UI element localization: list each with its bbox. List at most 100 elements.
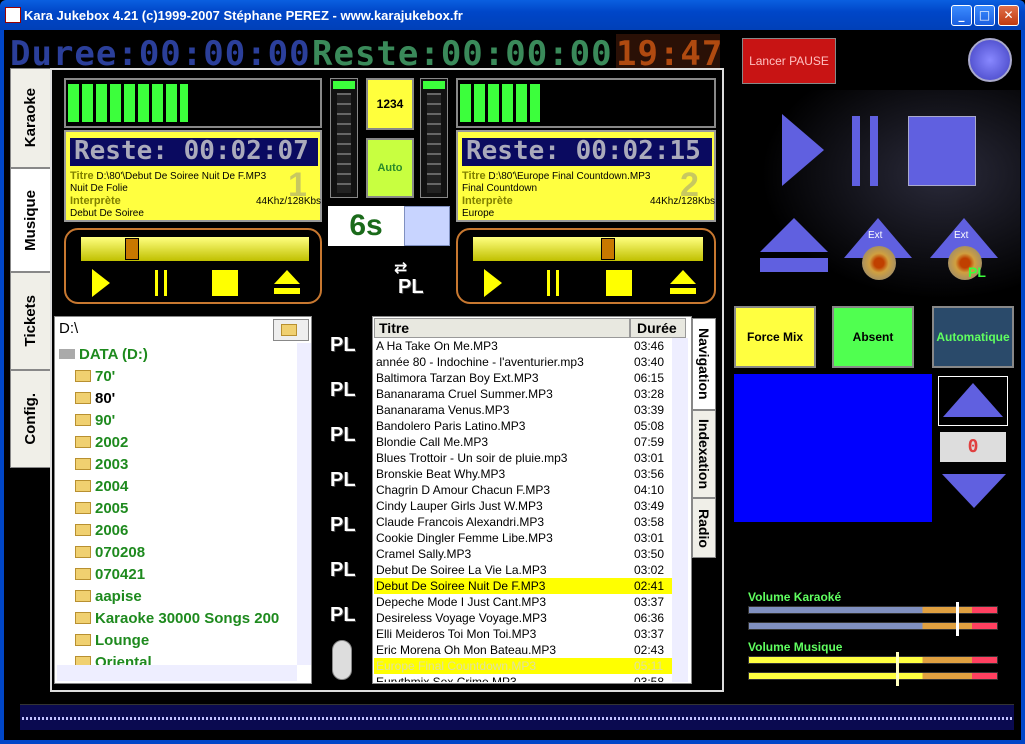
playlist-row[interactable]: Bananarama Cruel Summer.MP3 03:28 xyxy=(374,386,672,402)
playlist-col-duration[interactable]: Durée xyxy=(630,318,686,338)
deck1-pause-button[interactable] xyxy=(146,268,176,298)
deck2-volume-fader[interactable] xyxy=(420,78,448,198)
playlist-row[interactable]: Cramel Sally.MP3 03:50 xyxy=(374,546,672,562)
tab-config[interactable]: Config. xyxy=(10,370,50,468)
vol-musique-slider-2[interactable] xyxy=(748,672,998,680)
tree-folder[interactable]: 90' xyxy=(75,409,115,431)
deck2-stop-button[interactable] xyxy=(604,268,634,298)
deck1-eject-button[interactable] xyxy=(272,268,302,298)
pl-close-button[interactable]: PL xyxy=(330,379,356,402)
path-field[interactable]: D:\ xyxy=(57,319,271,339)
tab-radio[interactable]: Radio xyxy=(692,498,716,558)
tree-folder[interactable]: Lounge xyxy=(75,629,149,651)
tree-folder[interactable]: 2004 xyxy=(75,475,128,497)
playlist-row[interactable]: Debut De Soiree Nuit De F.MP3 02:41 xyxy=(374,578,672,594)
tree-hscrollbar[interactable] xyxy=(57,665,297,681)
deck2-play-button[interactable] xyxy=(478,268,508,298)
vol-musique-slider-1[interactable] xyxy=(748,656,998,664)
playlist-row[interactable]: année 80 - Indochine - l'aventurier.mp3 0… xyxy=(374,354,672,370)
main-eject-button[interactable] xyxy=(760,218,828,274)
tab-indexation[interactable]: Indexation xyxy=(692,410,716,498)
launch-pause-button[interactable]: Lancer PAUSE xyxy=(742,38,836,84)
playlist-row[interactable]: Depeche Mode I Just Cant.MP3 03:37 xyxy=(374,594,672,610)
pl-remove-button[interactable]: PL xyxy=(330,469,356,492)
pl-delete-button[interactable]: PL xyxy=(330,604,356,627)
tab-musique[interactable]: Musique xyxy=(10,168,50,272)
tree-folder[interactable]: 70' xyxy=(75,365,115,387)
main-stop-button[interactable] xyxy=(908,116,976,186)
tree-vscrollbar[interactable] xyxy=(297,343,311,665)
deck1-position-slider[interactable] xyxy=(80,236,310,262)
tab-tickets[interactable]: Tickets xyxy=(10,272,50,370)
close-button[interactable]: ✕ xyxy=(998,5,1019,26)
tab-navigation[interactable]: Navigation xyxy=(692,318,716,410)
playlist-row[interactable]: Elli Meideros Toi Mon Toi.MP3 03:37 xyxy=(374,626,672,642)
tree-folder[interactable]: 070421 xyxy=(75,563,145,585)
deck1-volume-fader[interactable] xyxy=(330,78,358,198)
tab-karaoke[interactable]: Karaoke xyxy=(10,68,50,168)
tree-folder[interactable]: Oriental xyxy=(75,651,152,665)
playlist-row[interactable]: Europe Final Countdown.MP3 05:11 xyxy=(374,658,672,674)
playlist-row[interactable]: Bananarama Venus.MP3 03:39 xyxy=(374,402,672,418)
tree-folder[interactable]: 2002 xyxy=(75,431,128,453)
playlist-col-title[interactable]: Titre xyxy=(374,318,630,338)
power-button[interactable] xyxy=(968,38,1012,82)
vol-karaoke-thumb[interactable] xyxy=(955,602,959,636)
playlist-row[interactable]: Baltimora Tarzan Boy Ext.MP3 06:15 xyxy=(374,370,672,386)
auto-button[interactable]: Auto xyxy=(366,138,414,198)
playlist-row[interactable]: A Ha Take On Me.MP3 03:46 xyxy=(374,338,672,354)
ext-cd-button-1[interactable]: Ext xyxy=(844,218,912,280)
tree-folder[interactable]: 2006 xyxy=(75,519,128,541)
playlist-row[interactable]: Eurythmix Sex Crime.MP3 03:58 xyxy=(374,674,672,682)
browse-folder-button[interactable] xyxy=(273,319,309,341)
automatique-button[interactable]: Automatique xyxy=(932,306,1014,368)
vol-musique-thumb[interactable] xyxy=(895,652,899,686)
playlist-row[interactable]: Bandolero Paris Latino.MP3 05:08 xyxy=(374,418,672,434)
tree-folder[interactable]: 070208 xyxy=(75,541,145,563)
tree-folder[interactable]: Karaoke 30000 Songs 200 xyxy=(75,607,279,629)
playlist-row[interactable]: Desireless Voyage Voyage.MP3 06:36 xyxy=(374,610,672,626)
deck2-pause-button[interactable] xyxy=(538,268,568,298)
force-mix-button[interactable]: Force Mix xyxy=(734,306,816,368)
tree-folder-label: 2006 xyxy=(95,521,129,539)
pl-add-button[interactable]: PL xyxy=(330,424,356,447)
deck1-stop-button[interactable] xyxy=(210,268,240,298)
playlist-row[interactable]: Chagrin D Amour Chacun F.MP3 04:10 xyxy=(374,482,672,498)
tree-folder[interactable]: 2005 xyxy=(75,497,128,519)
playlist-row[interactable]: Blondie Call Me.MP3 07:59 xyxy=(374,434,672,450)
crossfade-spinner[interactable] xyxy=(404,206,450,246)
pl-load-button[interactable]: PL xyxy=(330,514,356,537)
deck1-position-thumb[interactable] xyxy=(125,238,139,260)
tree-folder[interactable]: 2003 xyxy=(75,453,128,475)
tree-folder[interactable]: 80' xyxy=(75,387,115,409)
playlist-row[interactable]: Blues Trottoir - Un soir de pluie.mp3 03:… xyxy=(374,450,672,466)
swap-pl-button[interactable]: PL xyxy=(398,276,424,299)
playlist-vscrollbar[interactable] xyxy=(672,338,688,682)
ext-cd-button-2[interactable]: Ext PL xyxy=(930,218,998,280)
absent-button[interactable]: Absent xyxy=(832,306,914,368)
vol-karaoke-slider-1[interactable] xyxy=(748,606,998,614)
pl-open-button[interactable]: PL xyxy=(330,334,356,357)
mode-1234-button[interactable]: 1234 xyxy=(366,78,414,130)
deck2-position-slider[interactable] xyxy=(472,236,704,262)
tree-folder[interactable]: aapise xyxy=(75,585,142,607)
down-button[interactable] xyxy=(942,474,1006,508)
maximize-button[interactable]: □ xyxy=(974,5,995,26)
playlist-row[interactable]: Cindy Lauper Girls Just W.MP3 03:49 xyxy=(374,498,672,514)
vol-karaoke-slider-2[interactable] xyxy=(748,622,998,630)
main-play-button[interactable] xyxy=(782,114,824,186)
pl-save-button[interactable]: PL xyxy=(330,559,356,582)
deck2-vu-meter xyxy=(456,78,716,128)
up-button[interactable] xyxy=(938,376,1008,426)
playlist-row[interactable]: Claude Francois Alexandri.MP3 03:58 xyxy=(374,514,672,530)
playlist-row[interactable]: Debut De Soiree La Vie La.MP3 03:02 xyxy=(374,562,672,578)
deck1-play-button[interactable] xyxy=(86,268,116,298)
deck2-eject-button[interactable] xyxy=(668,268,698,298)
playlist-row[interactable]: Eric Morena Oh Mon Bateau.MP3 02:43 xyxy=(374,642,672,658)
tree-drive[interactable]: DATA (D:) xyxy=(59,343,148,365)
playlist-row[interactable]: Bronskie Beat Why.MP3 03:56 xyxy=(374,466,672,482)
main-pause-button[interactable] xyxy=(852,116,878,186)
deck2-position-thumb[interactable] xyxy=(601,238,615,260)
minimize-button[interactable]: _ xyxy=(951,5,972,26)
playlist-row[interactable]: Cookie Dingler Femme Libe.MP3 03:01 xyxy=(374,530,672,546)
